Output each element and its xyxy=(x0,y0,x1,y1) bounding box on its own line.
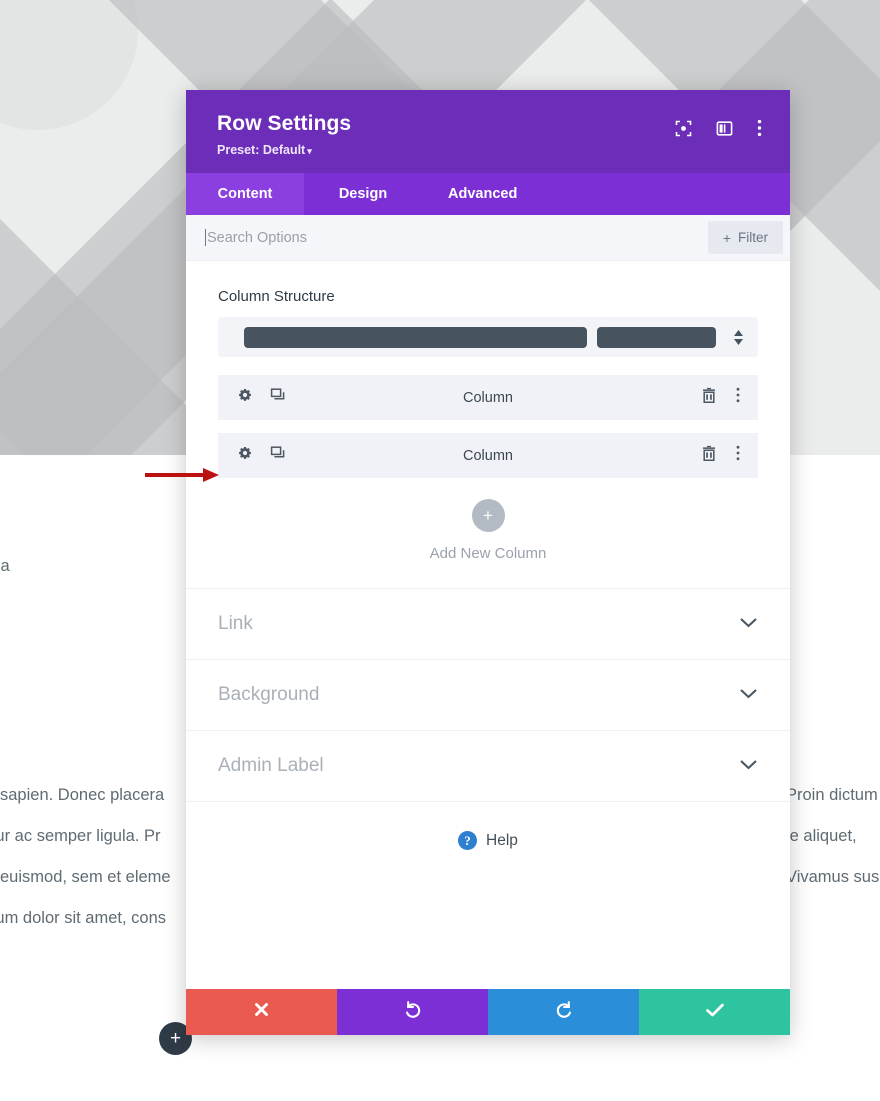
tab-content[interactable]: Content xyxy=(186,173,304,215)
accordion-label: Admin Label xyxy=(218,755,324,776)
tab-advanced[interactable]: Advanced xyxy=(422,173,543,215)
search-input[interactable] xyxy=(207,229,708,246)
modal-header-titles: Row Settings Preset: Default ▾ xyxy=(217,112,351,157)
panel-layout-icon[interactable] xyxy=(716,120,733,137)
gear-icon[interactable] xyxy=(237,387,253,408)
decorative-circle xyxy=(0,0,138,130)
structure-bar-secondary xyxy=(596,326,716,348)
undo-button[interactable] xyxy=(337,989,488,1035)
preset-label: Preset: Default xyxy=(217,143,306,157)
text-cursor xyxy=(205,229,206,246)
plus-icon: + xyxy=(169,1028,182,1049)
tab-design[interactable]: Design xyxy=(304,173,422,215)
chevron-down-icon: ▾ xyxy=(307,146,312,156)
stepper-arrows-icon[interactable] xyxy=(726,329,750,345)
table-row[interactable]: Column xyxy=(218,433,758,478)
page-title: Row Settings xyxy=(217,112,352,135)
column-structure-label: Column Structure xyxy=(218,288,335,305)
modal-body: Column Structure Column Column + Add New… xyxy=(186,261,790,989)
column-structure-select[interactable] xyxy=(218,317,758,357)
preset-selector[interactable]: Preset: Default ▾ xyxy=(217,143,351,157)
page-body-text-left: us sapien. Donec placera bitur ac semper… xyxy=(0,786,171,927)
accordion-background[interactable]: Background xyxy=(186,659,790,730)
accordion-label: Background xyxy=(218,684,320,705)
accordion-label: Link xyxy=(218,613,253,634)
annotation-arrow-icon xyxy=(145,468,219,482)
trash-icon[interactable] xyxy=(701,387,717,409)
add-column-button[interactable]: + xyxy=(471,499,505,532)
overflow-menu-icon[interactable] xyxy=(736,387,740,408)
help-label: Help xyxy=(486,831,518,849)
focus-target-icon[interactable] xyxy=(675,120,692,137)
page-body-text-right: Proin dictum ie aliquet, Vivamus sus xyxy=(786,786,880,886)
filter-button[interactable]: + Filter xyxy=(707,221,783,254)
filter-button-label: Filter xyxy=(738,230,768,245)
gear-icon[interactable] xyxy=(237,445,253,466)
add-new-column-section[interactable]: + Add New Column xyxy=(186,491,790,588)
trash-icon[interactable] xyxy=(701,445,717,467)
column-structure-section: Column Structure xyxy=(186,261,790,357)
modal-footer xyxy=(186,989,790,1035)
add-column-label: Add New Column xyxy=(429,545,547,562)
overflow-menu-icon[interactable] xyxy=(736,445,740,466)
row-settings-modal: Row Settings Preset: Default ▾ Content D… xyxy=(186,90,790,1035)
plus-icon: + xyxy=(483,506,493,525)
redo-button[interactable] xyxy=(488,989,639,1035)
checkmark-icon xyxy=(705,1002,725,1023)
help-link[interactable]: ? Help xyxy=(186,801,790,850)
chevron-down-icon[interactable] xyxy=(739,686,758,704)
column-row-left-actions xyxy=(237,445,286,466)
page-text-fragment: ssa xyxy=(0,557,10,575)
table-row[interactable]: Column xyxy=(218,375,758,420)
overflow-menu-icon[interactable] xyxy=(757,119,762,137)
column-row-right-actions xyxy=(701,387,740,409)
screen: ssa us sapien. Donec placera bitur ac se… xyxy=(0,0,880,1101)
accordion-admin-label[interactable]: Admin Label xyxy=(186,730,790,801)
chevron-down-icon[interactable] xyxy=(739,615,758,633)
modal-tabs: Content Design Advanced xyxy=(186,173,790,215)
modal-header: Row Settings Preset: Default ▾ xyxy=(186,90,790,173)
column-row-label: Column xyxy=(463,389,513,406)
duplicate-icon[interactable] xyxy=(270,445,286,466)
column-list: Column Column xyxy=(186,357,790,478)
column-row-label: Column xyxy=(463,447,513,464)
help-icon: ? xyxy=(458,831,478,850)
chevron-down-icon[interactable] xyxy=(739,757,758,775)
search-bar: + Filter xyxy=(186,215,790,261)
search-field-wrapper xyxy=(205,229,708,246)
save-button[interactable] xyxy=(639,989,790,1035)
close-icon xyxy=(253,1001,270,1023)
redo-icon xyxy=(554,1000,574,1025)
cancel-button[interactable] xyxy=(186,989,337,1035)
column-row-right-actions xyxy=(701,445,740,467)
modal-header-actions xyxy=(675,119,762,137)
plus-icon: + xyxy=(722,229,731,246)
duplicate-icon[interactable] xyxy=(270,387,286,408)
accordion-link[interactable]: Link xyxy=(186,588,790,659)
column-row-left-actions xyxy=(237,387,286,408)
structure-bar-primary xyxy=(244,326,587,348)
undo-icon xyxy=(403,1000,423,1025)
